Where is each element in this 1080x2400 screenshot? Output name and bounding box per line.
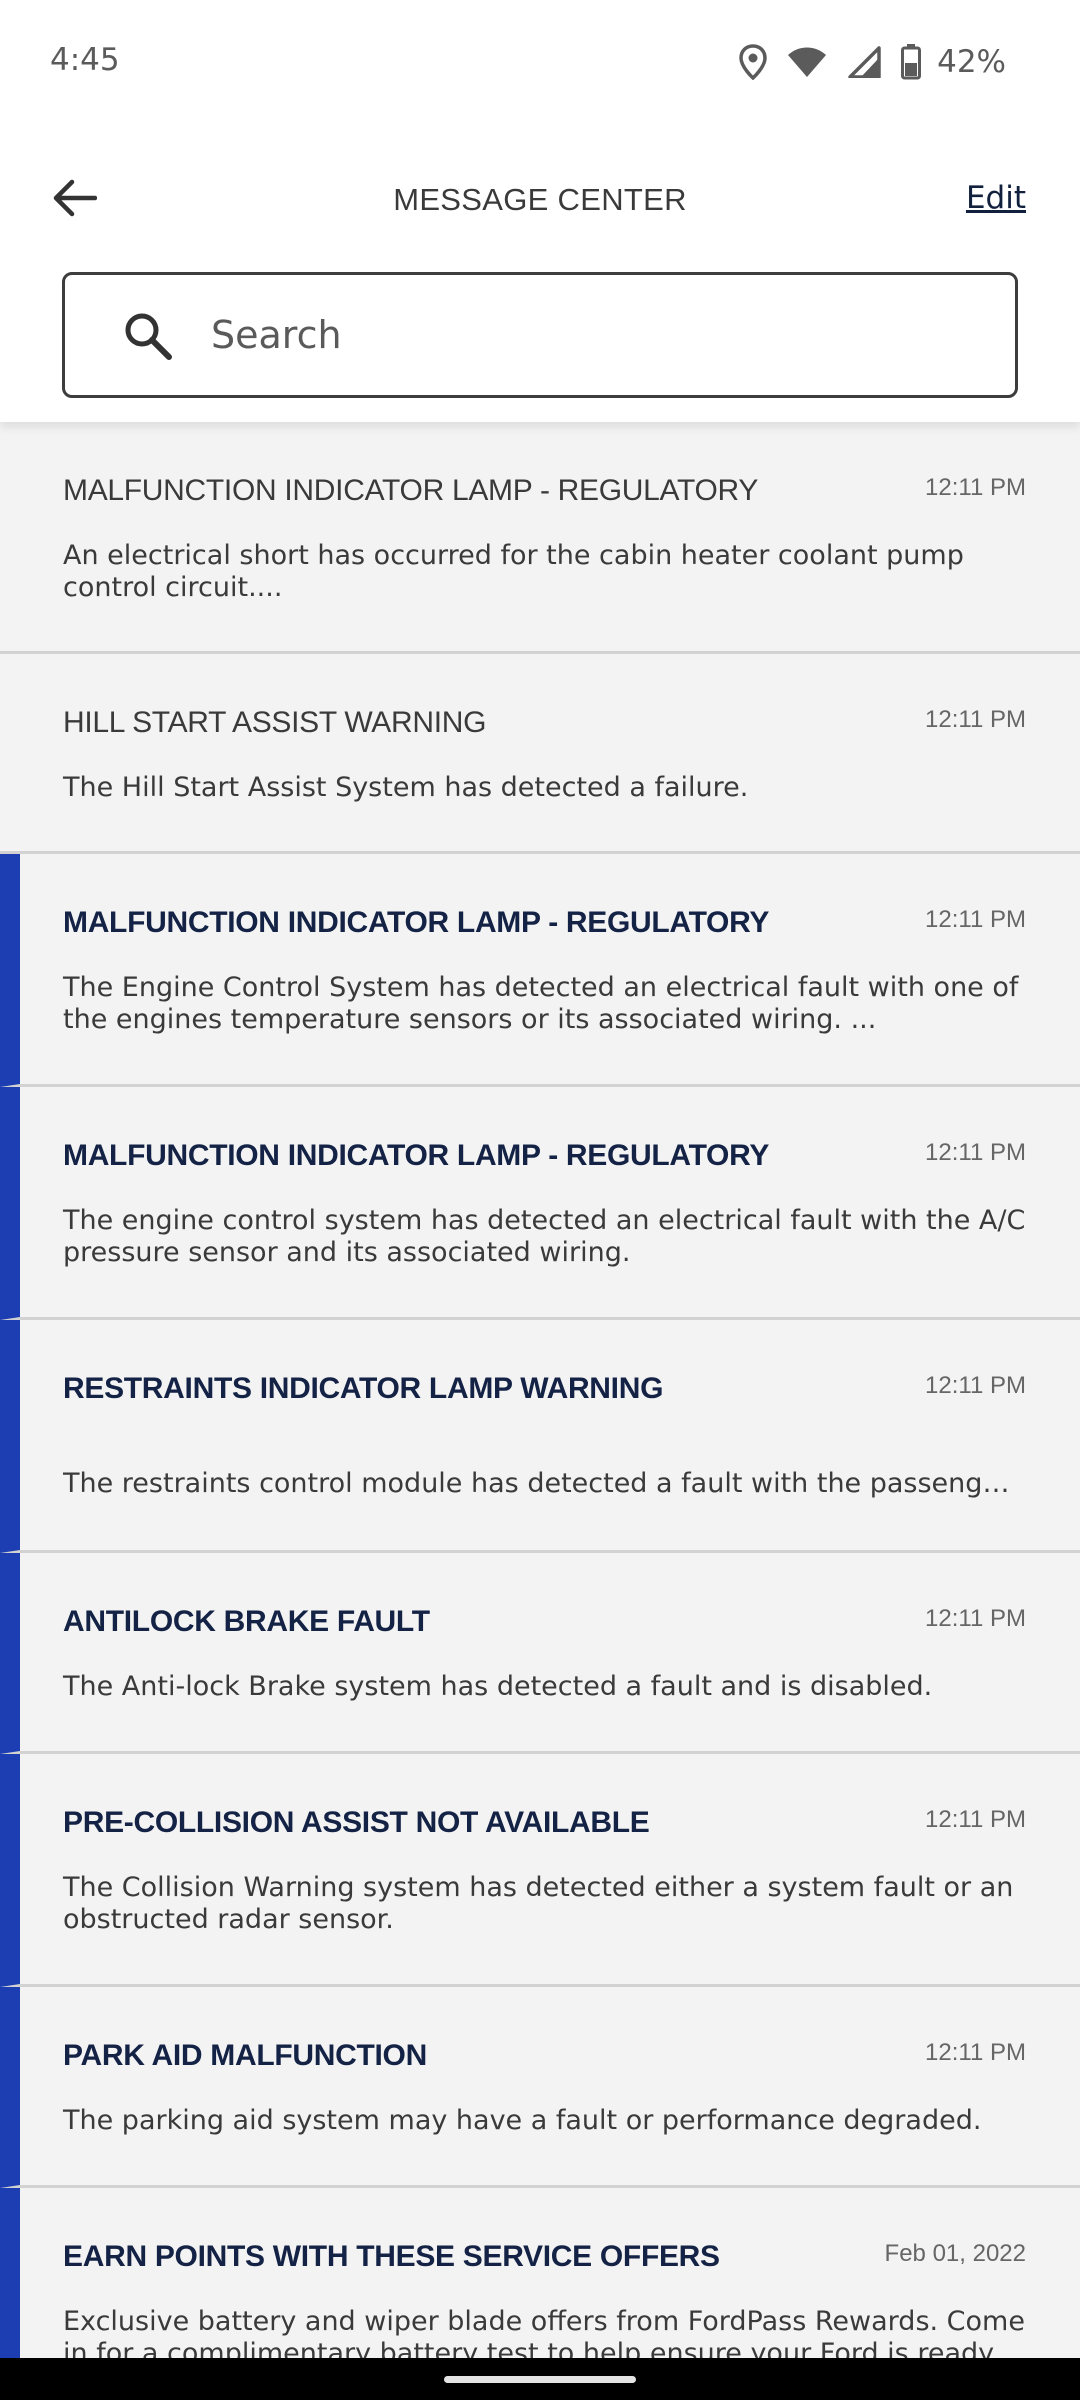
message-time: 12:11 PM	[925, 1806, 1026, 1833]
message-item-unread[interactable]: RESTRAINTS INDICATOR LAMP WARNING 12:11 …	[0, 1320, 1080, 1553]
search-box[interactable]	[62, 272, 1018, 398]
message-list[interactable]: MALFUNCTION INDICATOR LAMP - REGULATORY …	[0, 422, 1080, 2358]
message-time: 12:11 PM	[925, 706, 1026, 733]
message-item-unread[interactable]: MALFUNCTION INDICATOR LAMP - REGULATORY …	[0, 854, 1080, 1087]
message-title: RESTRAINTS INDICATOR LAMP WARNING	[63, 1372, 664, 1405]
message-item-unread[interactable]: PRE-COLLISION ASSIST NOT AVAILABLE 12:11…	[0, 1754, 1080, 1987]
message-item-unread[interactable]: ANTILOCK BRAKE FAULT 12:11 PM The Anti-l…	[0, 1553, 1080, 1754]
message-time: 12:11 PM	[925, 474, 1026, 501]
page-title: MESSAGE CENTER	[393, 182, 687, 217]
message-item-unread[interactable]: EARN POINTS WITH THESE SERVICE OFFERS Fe…	[0, 2188, 1080, 2358]
message-item[interactable]: HILL START ASSIST WARNING 12:11 PM The H…	[0, 654, 1080, 854]
header: MESSAGE CENTER Edit	[0, 126, 1080, 422]
status-bar: 4:45 42%	[0, 0, 1080, 126]
message-body: The restraints control module has detect…	[63, 1468, 1026, 1499]
message-time: Feb 01, 2022	[884, 2240, 1026, 2267]
location-icon	[739, 44, 767, 80]
message-body: The parking aid system may have a fault …	[63, 2105, 982, 2136]
message-time: 12:11 PM	[925, 1605, 1026, 1632]
message-body: The Collision Warning system has detecte…	[63, 1872, 1014, 1935]
message-body: The Anti-lock Brake system has detected …	[63, 1671, 933, 1702]
screen: 4:45 42% MESSAGE CENTER Edit Search MALF…	[0, 0, 1080, 2400]
status-time: 4:45	[50, 42, 120, 78]
message-title: MALFUNCTION INDICATOR LAMP - REGULATORY	[63, 474, 759, 507]
cell-signal-icon	[847, 46, 881, 78]
message-title: HILL START ASSIST WARNING	[63, 706, 487, 739]
message-time: 12:11 PM	[925, 2039, 1026, 2066]
battery-percentage: 42%	[937, 44, 1006, 80]
message-body: The Hill Start Assist System has detecte…	[63, 772, 749, 803]
message-body: The Engine Control System has detected a…	[63, 972, 1019, 1035]
message-title: EARN POINTS WITH THESE SERVICE OFFERS	[63, 2240, 720, 2273]
search-icon	[123, 311, 173, 365]
message-body: The engine control system has detected a…	[63, 1205, 1026, 1268]
message-time: 12:11 PM	[925, 906, 1026, 933]
message-body: Exclusive battery and wiper blade offers…	[63, 2306, 1025, 2358]
battery-icon	[901, 44, 922, 80]
message-time: 12:11 PM	[925, 1139, 1026, 1166]
message-title: PARK AID MALFUNCTION	[63, 2039, 427, 2072]
status-icons: 42%	[739, 40, 1006, 84]
home-indicator[interactable]	[444, 2376, 636, 2383]
message-title: ANTILOCK BRAKE FAULT	[63, 1605, 430, 1638]
message-item-unread[interactable]: PARK AID MALFUNCTION 12:11 PM The parkin…	[0, 1987, 1080, 2188]
message-title: MALFUNCTION INDICATOR LAMP - REGULATORY	[63, 906, 770, 939]
message-title: PRE-COLLISION ASSIST NOT AVAILABLE	[63, 1806, 650, 1839]
message-body: An electrical short has occurred for the…	[63, 540, 964, 603]
edit-button[interactable]: Edit	[966, 180, 1026, 216]
message-item[interactable]: MALFUNCTION INDICATOR LAMP - REGULATORY …	[0, 422, 1080, 654]
message-title: MALFUNCTION INDICATOR LAMP - REGULATORY	[63, 1139, 770, 1172]
search-input[interactable]	[211, 295, 971, 375]
message-time: 12:11 PM	[925, 1372, 1026, 1399]
navigation-bar	[0, 2358, 1080, 2400]
message-item-unread[interactable]: MALFUNCTION INDICATOR LAMP - REGULATORY …	[0, 1087, 1080, 1320]
wifi-icon	[787, 46, 827, 78]
